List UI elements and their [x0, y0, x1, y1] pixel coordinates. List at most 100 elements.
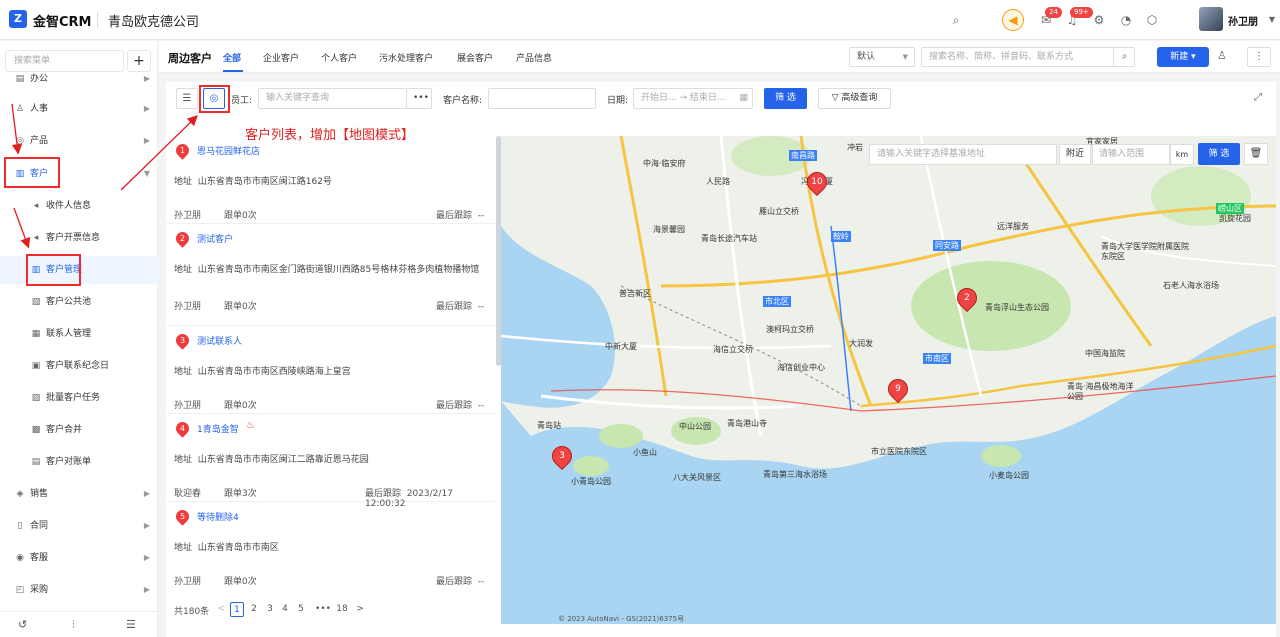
- map-filter-button[interactable]: 筛 选: [1198, 143, 1240, 165]
- date-range-input[interactable]: 开始日... → 结束日... ▦: [633, 88, 753, 109]
- map-label: 雁山立交桥: [759, 207, 799, 216]
- contact-icon: ▦: [31, 329, 41, 339]
- map-address-search-input[interactable]: 请输入关键字选择基准地址: [869, 144, 1057, 165]
- page-ellipsis[interactable]: •••: [312, 602, 334, 617]
- unit-label: km: [1170, 144, 1194, 165]
- page-3[interactable]: 3: [263, 602, 277, 617]
- funnel-icon: ▽: [831, 93, 839, 103]
- user-name[interactable]: 孙卫朋: [1228, 13, 1258, 28]
- sidebar-item-office[interactable]: ▤ 办公 ▶: [0, 65, 158, 93]
- customer-owner: 孙卫朋: [174, 577, 202, 587]
- last-follow: 最后跟踪 --: [436, 577, 485, 587]
- pagination-total: 共180条: [174, 607, 210, 617]
- range-input[interactable]: 请输入范围: [1092, 144, 1170, 165]
- sidebar-item-anniversary[interactable]: ▣ 客户联系纪念日: [0, 352, 158, 380]
- brand-name: 金智CRM: [33, 15, 92, 30]
- trash-icon[interactable]: 🗑: [1244, 143, 1268, 165]
- collapse-icon[interactable]: ☰: [126, 618, 136, 631]
- sidebar-item-merge[interactable]: ▩ 客户合并: [0, 416, 158, 444]
- new-button[interactable]: 新建 ▾: [1157, 47, 1209, 67]
- tab-sewage[interactable]: 污水处理客户: [379, 51, 433, 64]
- page-5[interactable]: 5: [294, 602, 308, 617]
- sidebar-item-batch-task[interactable]: ▨ 批量客户任务: [0, 384, 158, 412]
- user-icon[interactable]: ♙: [1217, 49, 1227, 62]
- sidebar-item-hr[interactable]: ♙ 人事 ▶: [0, 95, 158, 123]
- history-icon[interactable]: ↺: [18, 618, 27, 631]
- sort-select[interactable]: 默认 ▼: [849, 47, 915, 67]
- list-item[interactable]: 1 恩马花园鲜花店 地址 山东省青岛市市南区闽江路162号 孙卫朋 跟单0次 最…: [166, 136, 496, 224]
- customer-owner: 孙卫朋: [174, 401, 202, 411]
- sidebar-item-contract[interactable]: ▯ 合同 ▶: [0, 512, 158, 540]
- sidebar-item-contacts[interactable]: ▦ 联系人管理: [0, 320, 158, 348]
- sidebar-item-statement[interactable]: ▤ 客户对账单: [0, 448, 158, 476]
- avatar[interactable]: [1199, 7, 1223, 31]
- page-1[interactable]: 1: [230, 602, 244, 617]
- list-item[interactable]: 3 测试联系人 地址 山东省青岛市市南区西陵峡路海上皇宫 孙卫朋 跟单0次 最后…: [166, 326, 496, 414]
- customer-name[interactable]: 等待删除4: [197, 510, 239, 523]
- settings-sliders-icon[interactable]: ⫶: [72, 618, 75, 632]
- list-item[interactable]: 5 等待删除4 地址 山东省青岛市市南区 孙卫朋 跟单0次 最后跟踪 --: [166, 502, 496, 590]
- search-icon[interactable]: ⌕: [1113, 47, 1135, 67]
- customer-name[interactable]: 1青岛金智: [197, 422, 239, 435]
- page-2[interactable]: 2: [247, 602, 261, 617]
- chevron-right-icon: ▶: [143, 136, 150, 145]
- sidebar: 搜索菜单 + ▤ 办公 ▶ ♙ 人事 ▶ ◎ 产品 ▶ ▥ 客户 ▼ ◂ 收件人信息 ◂ 客户开票信…: [0, 41, 158, 637]
- chevron-down-icon: ▼: [902, 53, 908, 61]
- chevron-right-icon: ▶: [143, 74, 150, 83]
- gear-icon[interactable]: ⚙: [1089, 10, 1109, 30]
- more-options-button[interactable]: ⋮: [1247, 47, 1271, 67]
- tab-product-info[interactable]: 产品信息: [516, 51, 552, 64]
- tab-exhibition[interactable]: 展会客户: [457, 51, 493, 64]
- map-label: 鞍岭: [831, 231, 851, 242]
- list-mode-icon[interactable]: ☰: [176, 88, 198, 109]
- customer-name[interactable]: 测试联系人: [197, 334, 242, 347]
- sidebar-item-invoice[interactable]: ◂ 客户开票信息: [0, 224, 158, 252]
- page-18[interactable]: 18: [335, 602, 349, 617]
- map-label: 青岛长途汽车站: [701, 234, 757, 243]
- filter-button[interactable]: 筛 选: [764, 88, 807, 109]
- top-divider: [97, 12, 98, 28]
- service-icon: ◉: [16, 553, 24, 563]
- sidebar-item-sales[interactable]: ◈ 销售 ▶: [0, 480, 158, 508]
- tab-all[interactable]: 全部: [223, 51, 241, 64]
- list-item[interactable]: 4 1青岛金智 ♨ 地址 山东省青岛市市南区闽江二路靠近恩马花园 耿迎春 跟单3…: [166, 414, 496, 509]
- customer-name-input[interactable]: [488, 88, 596, 109]
- speaker-icon[interactable]: ◀: [1002, 9, 1024, 31]
- customer-name[interactable]: 恩马花园鲜花店: [197, 144, 260, 157]
- page-4[interactable]: 4: [278, 602, 292, 617]
- active-tab-indicator: [223, 70, 243, 72]
- pie-icon[interactable]: ◔: [1116, 10, 1136, 30]
- map-label: 凯旋花园: [1219, 214, 1251, 223]
- search-icon[interactable]: ⌕: [946, 10, 966, 30]
- sidebar-item-service[interactable]: ◉ 客服 ▶: [0, 544, 158, 572]
- customer-address: 地址 山东省青岛市市南区西陵峡路海上皇宫: [174, 367, 351, 377]
- staff-label: 员工:: [231, 96, 253, 106]
- shield-icon[interactable]: ⬡: [1142, 10, 1162, 30]
- tab-enterprise[interactable]: 企业客户: [263, 51, 299, 64]
- product-icon: ◎: [16, 136, 24, 146]
- chevron-down-icon[interactable]: ▼: [1262, 10, 1280, 30]
- sidebar-item-pool[interactable]: ▧ 客户公共池: [0, 288, 158, 316]
- prev-page-button[interactable]: <: [214, 602, 228, 617]
- customer-address: 地址 山东省青岛市市南区闽江二路靠近恩马花园: [174, 455, 369, 465]
- more-dots-button[interactable]: •••: [406, 88, 432, 109]
- map-view[interactable]: 南昌路 中海·临安府 人民路 雁山立交桥 海景馨园 青岛长途汽车站 普吉新区 中…: [501, 136, 1276, 624]
- message-badge: 24: [1045, 7, 1062, 18]
- customer-name[interactable]: 测试客户: [197, 232, 233, 245]
- sidebar-item-product[interactable]: ◎ 产品 ▶: [0, 127, 158, 155]
- customer-search-input[interactable]: 搜索名称、简称、拼音码、联系方式: [921, 47, 1135, 67]
- staff-input[interactable]: 输入关键字查询: [258, 88, 407, 109]
- map-label: 市北区: [763, 296, 791, 307]
- sidebar-item-recipient[interactable]: ◂ 收件人信息: [0, 192, 158, 220]
- map-label: 小鱼山: [633, 448, 657, 457]
- speaker-icon: ◂: [33, 233, 39, 243]
- sidebar-item-purchase[interactable]: ◰ 采购 ▶: [0, 576, 158, 604]
- fullscreen-icon[interactable]: ⤢: [1254, 92, 1262, 103]
- tab-personal[interactable]: 个人客户: [321, 51, 357, 64]
- list-item[interactable]: 2 测试客户 地址 山东省青岛市市南区金门路街道银川西路85号格林芬格多肉植物播…: [166, 224, 496, 326]
- advanced-query-button[interactable]: ▽ 高级查询: [818, 88, 891, 109]
- sales-icon: ◈: [16, 489, 24, 499]
- fire-icon: ♨: [246, 420, 255, 431]
- map-label: 海信创业中心: [777, 363, 825, 372]
- next-page-button[interactable]: >: [353, 602, 367, 617]
